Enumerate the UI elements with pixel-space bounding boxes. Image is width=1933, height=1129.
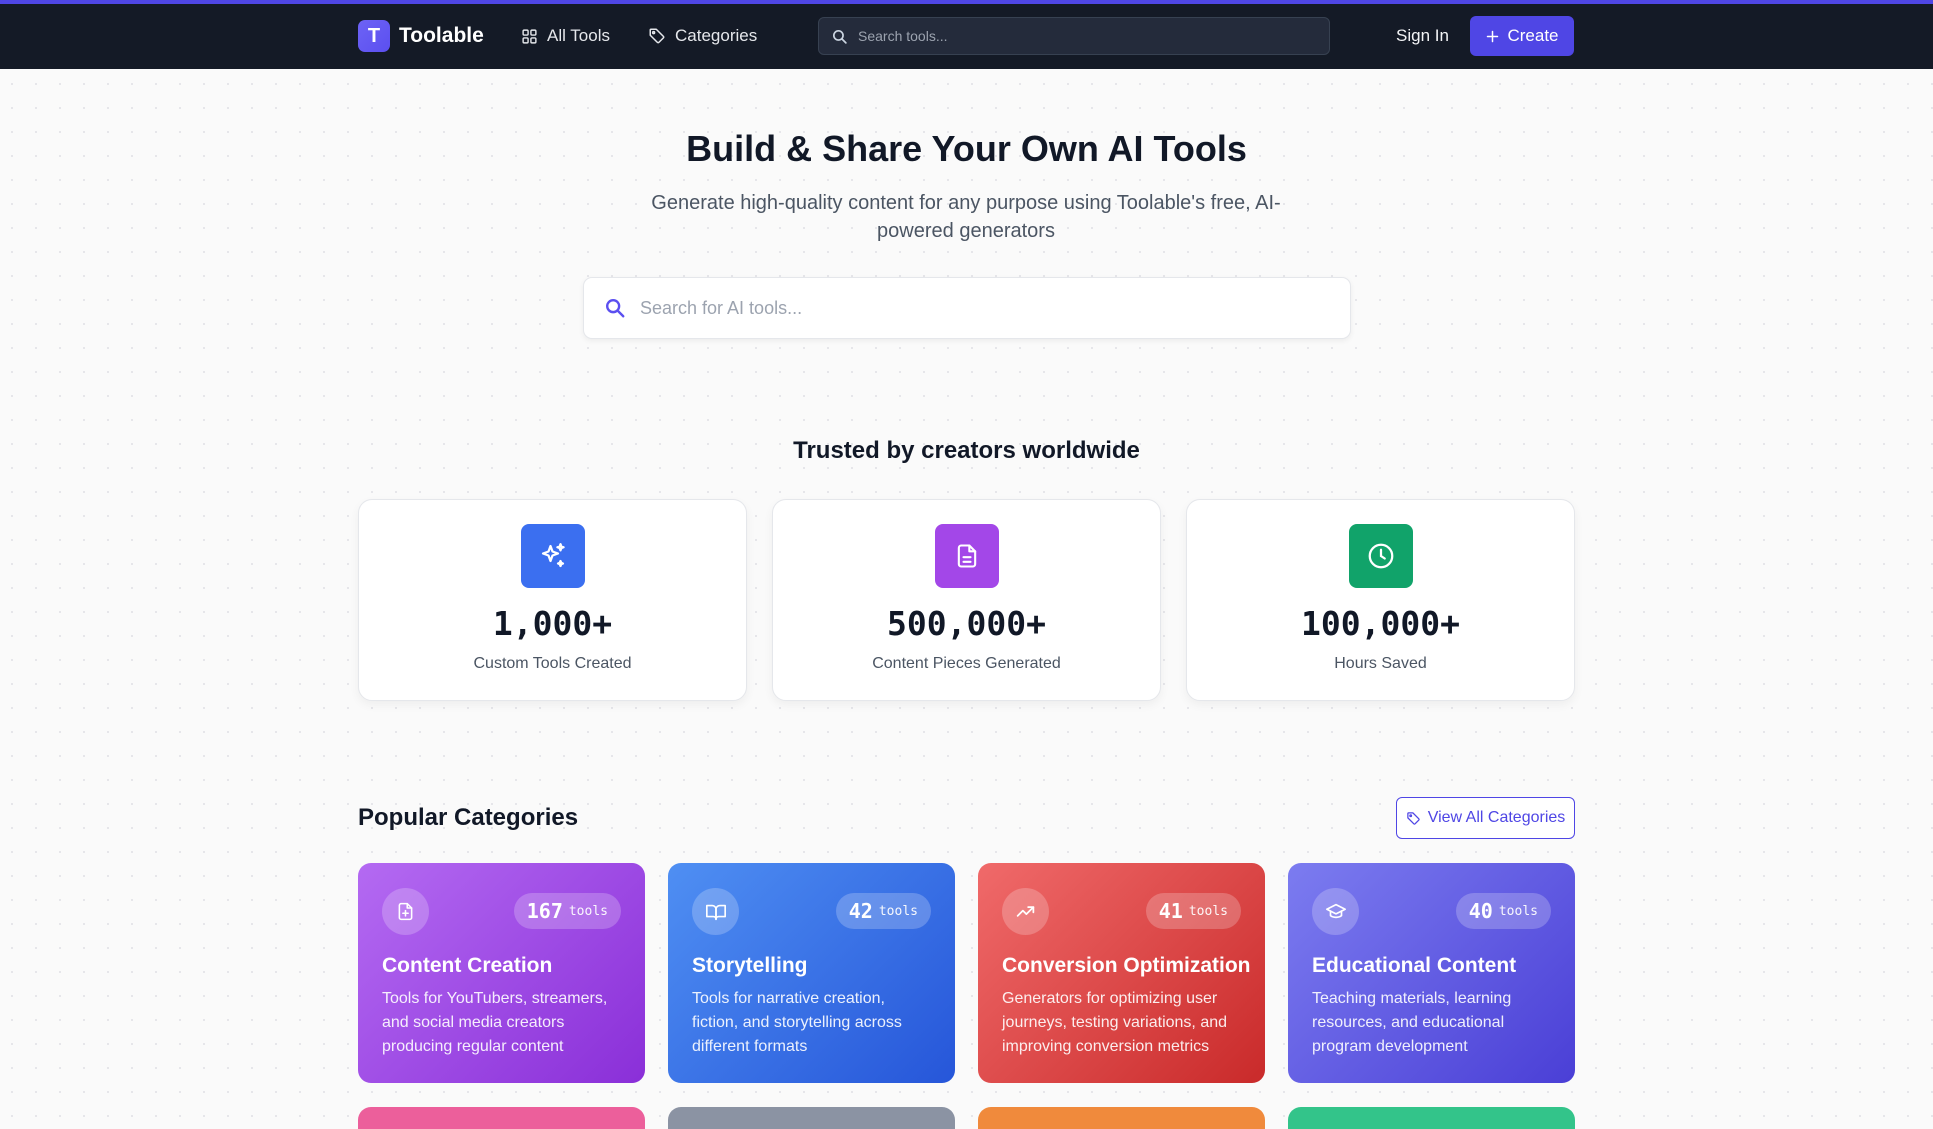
- stat-icon-tile: [1349, 524, 1413, 588]
- search-icon: [832, 29, 847, 44]
- category-count-unit: tools: [878, 903, 918, 919]
- stat-icon-tile: [521, 524, 585, 588]
- category-count: 167: [526, 899, 563, 923]
- tag-icon: [649, 28, 665, 44]
- stat-value: 1,000+: [492, 604, 613, 643]
- hero-search-input[interactable]: [640, 297, 1320, 319]
- sparkles-icon: [541, 543, 565, 568]
- grid-icon: [522, 28, 537, 44]
- category-icon-circle: [1312, 888, 1359, 935]
- category-icon-circle: [382, 888, 429, 935]
- category-count-unit: tools: [1498, 903, 1538, 919]
- nav-all-tools-label: All Tools: [547, 26, 610, 45]
- top-navbar: T Toolable All Tools Categories Sign In …: [0, 4, 1933, 69]
- search-icon: [606, 299, 625, 318]
- category-name: Educational Content: [1312, 954, 1517, 977]
- stat-label: Content Pieces Generated: [872, 655, 1061, 672]
- stat-label: Hours Saved: [1334, 655, 1427, 672]
- stat-value: 100,000+: [1301, 604, 1460, 643]
- nav-categories-label: Categories: [675, 26, 758, 45]
- nav-categories[interactable]: Categories: [648, 24, 757, 48]
- document-icon: [957, 544, 977, 568]
- category-card-peek[interactable]: [358, 1107, 645, 1129]
- create-button[interactable]: Create: [1470, 16, 1574, 56]
- stat-card-content: 500,000+ Content Pieces Generated: [772, 499, 1161, 701]
- category-count-badge: 41 tools: [1145, 893, 1241, 929]
- clock-icon: [1368, 543, 1394, 569]
- file-plus-icon: [398, 902, 413, 921]
- category-count-badge: 40 tools: [1455, 893, 1551, 929]
- categories-title: Popular Categories: [358, 804, 579, 831]
- category-count: 40: [1468, 899, 1493, 923]
- graduation-cap-icon: [1325, 903, 1346, 918]
- category-count-badge: 167 tools: [513, 893, 621, 929]
- nav-search-box: [818, 17, 1330, 55]
- category-icon-circle: [1002, 888, 1049, 935]
- brand-name: Toolable: [399, 24, 484, 47]
- category-name: Content Creation: [382, 954, 553, 977]
- hero-search-box: [583, 277, 1351, 339]
- stat-card-hours: 100,000+ Hours Saved: [1186, 499, 1575, 701]
- category-count: 42: [848, 899, 873, 923]
- nav-all-tools[interactable]: All Tools: [521, 24, 610, 48]
- book-icon: [705, 904, 726, 920]
- create-button-label: Create: [1507, 26, 1559, 45]
- view-all-categories-button[interactable]: View All Categories: [1396, 797, 1575, 839]
- hero-title: Build & Share Your Own AI Tools: [686, 128, 1247, 169]
- nav-search-input[interactable]: [858, 28, 1298, 44]
- brand-link[interactable]: T Toolable: [358, 20, 484, 52]
- category-count-unit: tools: [1188, 903, 1228, 919]
- category-count: 41: [1158, 899, 1183, 923]
- category-card-educational-content[interactable]: 40 tools Educational Content Teaching ma…: [1288, 863, 1575, 1083]
- category-description: Generators for optimizing user journeys,…: [1002, 990, 1228, 1055]
- stat-value: 500,000+: [887, 604, 1046, 643]
- category-card-content-creation[interactable]: 167 tools Content Creation Tools for You…: [358, 863, 645, 1083]
- brand-logo: T: [358, 20, 390, 52]
- category-description: Teaching materials, learning resources, …: [1312, 990, 1512, 1055]
- sign-in-link[interactable]: Sign In: [1396, 26, 1449, 46]
- stat-card-tools: 1,000+ Custom Tools Created: [358, 499, 747, 701]
- category-card-peek[interactable]: [668, 1107, 955, 1129]
- trending-up-icon: [1016, 906, 1035, 917]
- category-count-badge: 42 tools: [835, 893, 931, 929]
- view-all-categories-label: View All Categories: [1427, 809, 1566, 826]
- tag-icon: [1406, 811, 1420, 825]
- category-count-unit: tools: [568, 903, 608, 919]
- stats-title: Trusted by creators worldwide: [793, 437, 1140, 464]
- hero-subtitle: Generate high-quality content for any pu…: [651, 192, 1281, 242]
- category-icon-circle: [692, 888, 739, 935]
- stat-label: Custom Tools Created: [473, 655, 632, 672]
- category-card-peek[interactable]: [978, 1107, 1265, 1129]
- stat-icon-tile: [935, 524, 999, 588]
- category-card-conversion-optimization[interactable]: 41 tools Conversion Optimization Generat…: [978, 863, 1265, 1083]
- category-name: Storytelling: [692, 954, 808, 977]
- category-card-peek[interactable]: [1288, 1107, 1575, 1129]
- category-description: Tools for narrative creation, fiction, a…: [692, 990, 902, 1055]
- plus-icon: [1487, 30, 1499, 42]
- category-name: Conversion Optimization: [1002, 954, 1251, 977]
- category-card-storytelling[interactable]: 42 tools Storytelling Tools for narrativ…: [668, 863, 955, 1083]
- category-description: Tools for YouTubers, streamers, and soci…: [382, 990, 608, 1055]
